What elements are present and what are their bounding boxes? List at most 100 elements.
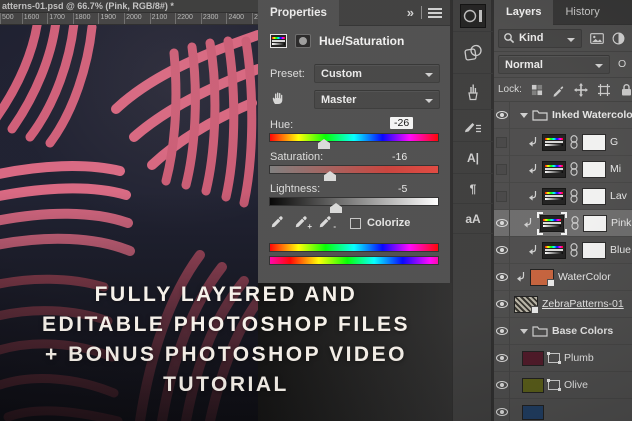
panel-menu-icon[interactable]: [428, 8, 442, 18]
eye-empty-icon: [496, 191, 507, 202]
saturation-slider-track[interactable]: [270, 166, 438, 173]
tab-layers[interactable]: Layers: [494, 0, 553, 25]
eyedropper-icon[interactable]: [270, 214, 285, 229]
channel-dropdown[interactable]: Master: [314, 90, 440, 109]
panel-title: Hue/Saturation: [319, 34, 404, 48]
layer-row-base-colors-group[interactable]: Base Colors: [494, 318, 632, 345]
layer-mask-thumbnail[interactable]: [582, 242, 606, 259]
preset-dropdown[interactable]: Custom: [314, 64, 440, 83]
visibility-toggle[interactable]: [494, 399, 510, 421]
eye-icon: [496, 381, 508, 389]
layer-row-olive[interactable]: Olive: [494, 372, 632, 399]
lock-artboard-icon[interactable]: [597, 83, 611, 97]
visibility-toggle[interactable]: [494, 372, 510, 399]
ruler-tick: 500: [0, 13, 14, 24]
smart-object-thumbnail[interactable]: [530, 269, 554, 286]
layer-row-partial[interactable]: [494, 399, 632, 421]
layer-row-watercolor[interactable]: WaterColor: [494, 264, 632, 291]
adjustment-layer-thumbnail[interactable]: [542, 188, 566, 205]
chevron-down-icon: [567, 38, 575, 42]
adjustment-layer-thumbnail[interactable]: [542, 161, 566, 178]
layer-row-adjustment[interactable]: Lav: [494, 183, 632, 210]
layer-row-zebrapatterns[interactable]: ZebraPatterns-01: [494, 291, 632, 318]
layer-row-adjustment[interactable]: G: [494, 129, 632, 156]
eyedropper-plus-icon[interactable]: +: [294, 214, 309, 229]
visibility-toggle[interactable]: [494, 183, 510, 210]
collapse-panel-icon[interactable]: »: [407, 5, 414, 20]
layer-row-inked-watercolor-group[interactable]: Inked Watercolor: [494, 102, 632, 129]
pattern-smart-object-thumbnail[interactable]: [514, 296, 538, 313]
scrubby-hand-icon[interactable]: [271, 91, 287, 106]
hue-value[interactable]: -26: [390, 117, 413, 129]
paragraph-panel-icon[interactable]: ¶: [453, 174, 493, 204]
filter-adjustment-layers-icon[interactable]: [612, 32, 625, 45]
layer-row-plumb[interactable]: Plumb: [494, 345, 632, 372]
layer-name: Lav: [610, 190, 627, 202]
visibility-toggle[interactable]: [494, 129, 510, 156]
blend-mode-dropdown[interactable]: Normal: [498, 55, 610, 74]
visibility-toggle[interactable]: [494, 264, 510, 291]
colorize-checkbox[interactable]: [350, 218, 361, 229]
filter-pixel-layers-icon[interactable]: [590, 32, 604, 45]
preset-label: Preset:: [270, 68, 305, 80]
lock-position-icon[interactable]: [574, 83, 588, 97]
layer-mask-thumbnail[interactable]: [583, 215, 607, 232]
group-expand-chevron-icon[interactable]: [520, 329, 528, 334]
character-panel-icon[interactable]: A|: [453, 142, 493, 174]
lightness-value[interactable]: -5: [398, 183, 407, 195]
clipping-mask-arrow-icon: [528, 137, 538, 148]
layer-mask-thumbnail[interactable]: [582, 161, 606, 178]
clipping-mask-arrow-icon: [528, 245, 538, 256]
lightness-label: Lightness:: [270, 183, 320, 195]
tab-properties[interactable]: Properties: [258, 0, 339, 26]
kind-filter-dropdown[interactable]: Kind: [498, 29, 582, 48]
lightness-slider-track[interactable]: [270, 198, 438, 205]
header-divider: [421, 6, 422, 19]
layer-row-adjustment[interactable]: Mi: [494, 156, 632, 183]
visibility-toggle[interactable]: [494, 156, 510, 183]
clipping-mask-arrow-icon: [523, 218, 533, 229]
lock-all-icon[interactable]: [620, 83, 632, 97]
tool-presets-panel-icon[interactable]: [453, 110, 493, 142]
lock-pixels-icon[interactable]: [552, 83, 565, 97]
frame-icon: [548, 380, 560, 390]
layer-name: WaterColor: [558, 271, 611, 283]
layer-row-adjustment[interactable]: Blue: [494, 237, 632, 264]
shapes-panel-icon[interactable]: [453, 32, 493, 74]
tab-history[interactable]: History: [553, 0, 611, 25]
lock-label: Lock:: [498, 84, 522, 95]
hue-slider-track[interactable]: [270, 134, 438, 141]
brushes-panel-icon[interactable]: [453, 74, 493, 110]
glyphs-panel-icon[interactable]: aA: [453, 204, 493, 234]
colorize-label: Colorize: [367, 217, 410, 229]
ruler-tick: 1600: [22, 13, 40, 24]
visibility-toggle[interactable]: [494, 345, 510, 372]
visibility-toggle[interactable]: [494, 318, 510, 345]
color-swatch-thumbnail[interactable]: [522, 351, 544, 366]
color-swatch-thumbnail[interactable]: [522, 378, 544, 393]
layer-mask-thumbnail[interactable]: [582, 134, 606, 151]
search-icon: [503, 32, 515, 44]
clipping-mask-arrow-icon: [528, 191, 538, 202]
clipping-mask-arrow-icon: [516, 272, 526, 283]
eyedropper-minus-icon[interactable]: -: [318, 214, 333, 229]
visibility-toggle[interactable]: [494, 237, 510, 264]
visibility-toggle[interactable]: [494, 210, 510, 237]
color-swatch-thumbnail[interactable]: [522, 405, 544, 420]
layer-row-pink-selected[interactable]: Pink: [494, 210, 632, 237]
link-icon: [571, 216, 579, 230]
saturation-value[interactable]: -16: [392, 151, 407, 163]
hue-spectrum-bar-original: [270, 244, 438, 251]
color-panel-icon[interactable]: [453, 0, 493, 32]
adjustment-layer-thumbnail[interactable]: [542, 242, 566, 259]
link-icon: [570, 162, 578, 176]
adjustment-layer-thumbnail[interactable]: [542, 134, 566, 151]
visibility-toggle[interactable]: [494, 102, 510, 129]
mask-icon[interactable]: [295, 34, 311, 48]
document-canvas[interactable]: [0, 25, 258, 421]
ruler-tick: 2400: [226, 13, 244, 24]
layer-mask-thumbnail[interactable]: [582, 188, 606, 205]
group-expand-chevron-icon[interactable]: [520, 113, 528, 118]
visibility-toggle[interactable]: [494, 291, 510, 318]
lock-transparency-icon[interactable]: [531, 84, 543, 96]
